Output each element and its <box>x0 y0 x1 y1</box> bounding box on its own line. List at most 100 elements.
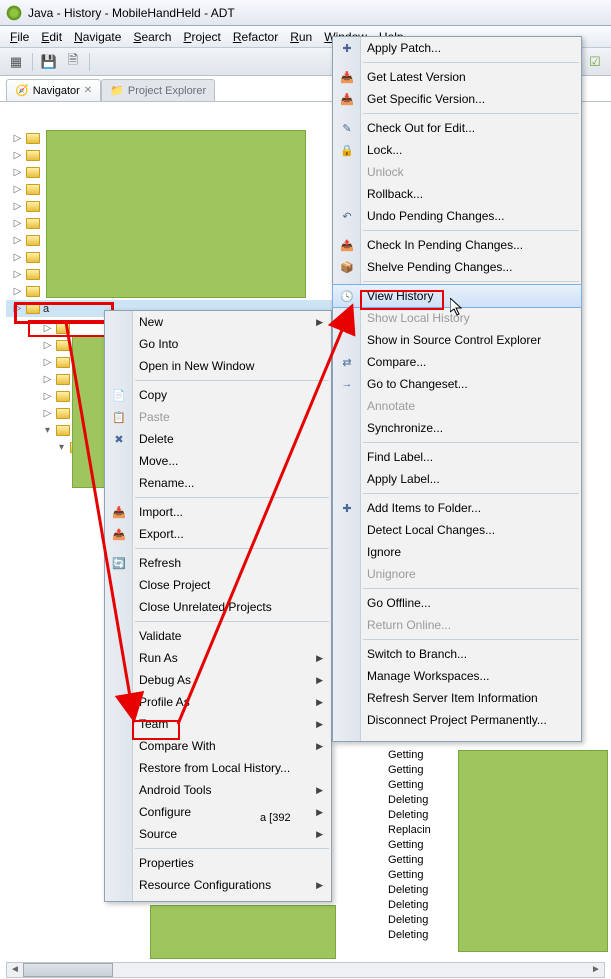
scrollbar-thumb[interactable] <box>23 963 113 977</box>
menu-item-android-tools[interactable]: Android Tools▶ <box>105 779 331 801</box>
tab-navigator[interactable]: 🧭 Navigator ✕ <box>6 79 101 101</box>
tree-file-label: a [392 <box>260 812 291 824</box>
menu-item-detect-local-changes[interactable]: Detect Local Changes... <box>333 519 581 541</box>
redaction-block <box>150 905 336 959</box>
menu-item-icon: 📄 <box>111 387 127 403</box>
menu-item-run-as[interactable]: Run As▶ <box>105 647 331 669</box>
menu-item-ignore[interactable]: Ignore <box>333 541 581 563</box>
menu-item-resource-configurations[interactable]: Resource Configurations▶ <box>105 874 331 896</box>
console-line: Deleting <box>388 913 608 928</box>
menu-item-import[interactable]: Import...📥 <box>105 501 331 523</box>
menu-item-restore-from-local-history[interactable]: Restore from Local History... <box>105 757 331 779</box>
menu-item-new[interactable]: New▶ <box>105 311 331 333</box>
menu-item-go-to-changeset[interactable]: Go to Changeset...→ <box>333 373 581 395</box>
menu-item-get-specific-version[interactable]: Get Specific Version...📥 <box>333 88 581 110</box>
chevron-right-icon: ▶ <box>316 697 323 708</box>
menu-item-copy[interactable]: Copy📄 <box>105 384 331 406</box>
menu-item-icon: ↶ <box>339 208 355 224</box>
menu-item-check-out-for-edit[interactable]: Check Out for Edit...✎ <box>333 117 581 139</box>
menu-navigate[interactable]: Navigate <box>68 28 127 46</box>
chevron-right-icon: ▶ <box>316 675 323 686</box>
menu-item-unlock: Unlock <box>333 161 581 183</box>
menu-item-go-into[interactable]: Go Into <box>105 333 331 355</box>
menu-file[interactable]: File <box>4 28 35 46</box>
menu-refactor[interactable]: Refactor <box>227 28 284 46</box>
menu-item-apply-patch[interactable]: Apply Patch...✚ <box>333 37 581 59</box>
chevron-right-icon: ▶ <box>316 317 323 328</box>
menu-item-move[interactable]: Move... <box>105 450 331 472</box>
menu-edit[interactable]: Edit <box>35 28 68 46</box>
menu-item-delete[interactable]: Delete✖ <box>105 428 331 450</box>
menu-item-close-project[interactable]: Close Project <box>105 574 331 596</box>
menu-item-switch-to-branch[interactable]: Switch to Branch... <box>333 643 581 665</box>
new-btn[interactable]: ▦ <box>6 52 26 72</box>
menu-item-validate[interactable]: Validate <box>105 625 331 647</box>
cursor-pointer-icon <box>450 298 464 316</box>
menu-run[interactable]: Run <box>284 28 318 46</box>
menu-item-icon: 🔒 <box>339 142 355 158</box>
menu-item-undo-pending-changes[interactable]: Undo Pending Changes...↶ <box>333 205 581 227</box>
chevron-right-icon: ▶ <box>316 807 323 818</box>
menu-item-add-items-to-folder[interactable]: Add Items to Folder...✚ <box>333 497 581 519</box>
annotation-box-tree2 <box>28 320 116 337</box>
menu-item-icon: ✚ <box>339 40 355 56</box>
menu-item-rollback[interactable]: Rollback... <box>333 183 581 205</box>
window-title: Java - History - MobileHandHeld - ADT <box>28 6 235 20</box>
menu-item-open-in-new-window[interactable]: Open in New Window <box>105 355 331 377</box>
menu-item-icon: 📤 <box>111 526 127 542</box>
menu-item-properties[interactable]: Properties <box>105 852 331 874</box>
menu-item-debug-as[interactable]: Debug As▶ <box>105 669 331 691</box>
menu-item-synchronize[interactable]: Synchronize... <box>333 417 581 439</box>
menu-item-icon: 📥 <box>111 504 127 520</box>
context-menu-team: Apply Patch...✚ Get Latest Version📥Get Sp… <box>332 36 582 742</box>
console-line: Getting <box>388 763 608 778</box>
menu-item-get-latest-version[interactable]: Get Latest Version📥 <box>333 66 581 88</box>
chevron-right-icon: ▶ <box>316 741 323 752</box>
menu-item-find-label[interactable]: Find Label... <box>333 446 581 468</box>
menu-item-manage-workspaces[interactable]: Manage Workspaces... <box>333 665 581 687</box>
console-line: Getting <box>388 853 608 868</box>
horizontal-scrollbar[interactable]: ◄ ► <box>6 962 605 978</box>
context-menu-project: New▶Go IntoOpen in New WindowCopy📄Paste📋… <box>104 310 332 902</box>
menu-item-icon: 📦 <box>339 259 355 275</box>
folder-icon: 📁 <box>110 84 124 97</box>
redaction-block <box>72 336 108 488</box>
menu-item-shelve-pending-changes[interactable]: Shelve Pending Changes...📦 <box>333 256 581 278</box>
checkbox-btn[interactable]: ☑ <box>585 52 605 72</box>
menu-item-apply-label[interactable]: Apply Label... <box>333 468 581 490</box>
menu-item-refresh-server-item-information[interactable]: Refresh Server Item Information <box>333 687 581 709</box>
console-line: Deleting <box>388 793 608 808</box>
menu-item-icon: 🔄 <box>111 555 127 571</box>
menu-item-icon: 🕓 <box>339 288 355 304</box>
save-all-btn[interactable]: 🗎 <box>63 52 83 72</box>
save-btn[interactable]: 💾 <box>39 52 59 72</box>
menu-search[interactable]: Search <box>127 28 177 46</box>
menu-item-return-online: Return Online... <box>333 614 581 636</box>
menu-item-configure[interactable]: Configure▶ <box>105 801 331 823</box>
annotation-box-team <box>132 720 180 740</box>
menu-item-close-unrelated-projects[interactable]: Close Unrelated Projects <box>105 596 331 618</box>
redaction-block <box>46 130 306 298</box>
menu-item-show-in-source-control-explorer[interactable]: Show in Source Control Explorer <box>333 329 581 351</box>
menu-item-profile-as[interactable]: Profile As▶ <box>105 691 331 713</box>
console-line: Deleting <box>388 808 608 823</box>
menu-item-source[interactable]: Source▶ <box>105 823 331 845</box>
console-line: Getting <box>388 838 608 853</box>
menu-item-go-offline[interactable]: Go Offline... <box>333 592 581 614</box>
annotation-box-viewhistory <box>360 290 444 310</box>
menu-item-icon: → <box>339 376 355 392</box>
navigator-icon: 🧭 <box>15 84 29 97</box>
menu-item-lock[interactable]: Lock...🔒 <box>333 139 581 161</box>
menu-item-disconnect-project-permanently[interactable]: Disconnect Project Permanently... <box>333 709 581 731</box>
menu-item-compare[interactable]: Compare...⇄ <box>333 351 581 373</box>
tab-project-explorer[interactable]: 📁 Project Explorer <box>101 79 215 101</box>
menu-item-rename[interactable]: Rename... <box>105 472 331 494</box>
close-icon[interactable]: ✕ <box>84 85 92 96</box>
menu-item-refresh[interactable]: Refresh🔄 <box>105 552 331 574</box>
menu-item-icon: 📋 <box>111 409 127 425</box>
menu-item-icon: ✚ <box>339 500 355 516</box>
chevron-right-icon: ▶ <box>316 880 323 891</box>
menu-item-export[interactable]: Export...📤 <box>105 523 331 545</box>
menu-item-check-in-pending-changes[interactable]: Check In Pending Changes...📤 <box>333 234 581 256</box>
menu-project[interactable]: Project <box>177 28 226 46</box>
